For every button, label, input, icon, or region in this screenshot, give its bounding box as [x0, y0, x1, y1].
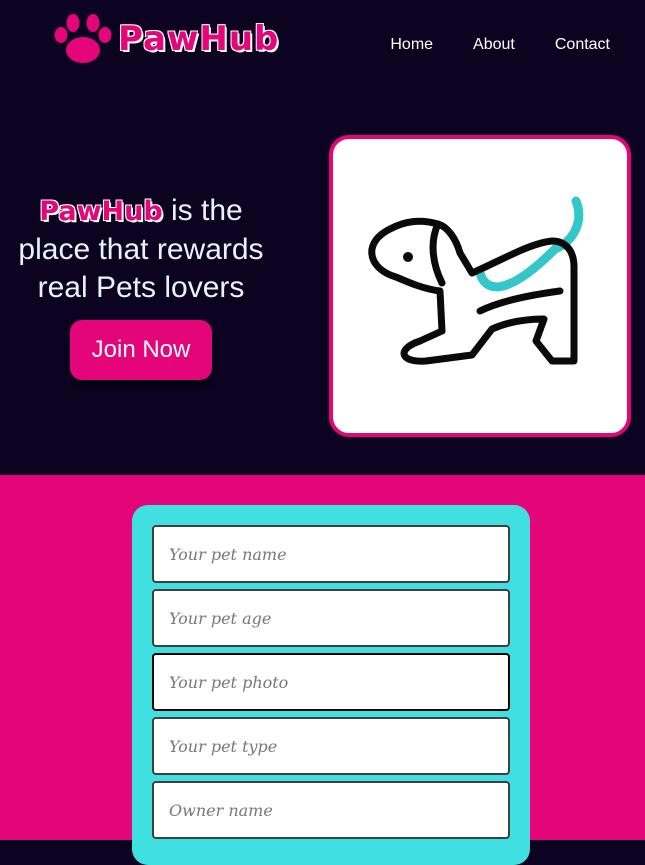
pet-type-input[interactable] [152, 717, 510, 775]
brand-name: PawHub [118, 19, 280, 59]
nav-about[interactable]: About [473, 36, 515, 54]
nav-home[interactable]: Home [390, 36, 433, 54]
headline-brand: PawHub [39, 196, 163, 227]
headline-part-1: is the [162, 194, 243, 227]
join-now-button[interactable]: Join Now [70, 320, 212, 380]
logo[interactable]: PawHub [52, 12, 279, 66]
hero-headline: PawHub is the place that rewards real Pe… [0, 192, 282, 307]
pet-age-input[interactable] [152, 589, 510, 647]
dog-icon [368, 196, 584, 365]
hero-section: PawHub Home About Contact PawHub is the … [0, 0, 645, 475]
paw-icon [54, 14, 112, 63]
nav-contact[interactable]: Contact [555, 36, 610, 54]
owner-name-input[interactable] [152, 781, 510, 839]
pet-photo-input[interactable] [152, 653, 510, 711]
main-nav: Home About Contact [390, 36, 610, 54]
dog-image-card [329, 135, 631, 437]
headline-part-3: real Pets lovers [37, 271, 245, 304]
pet-name-input[interactable] [152, 525, 510, 583]
headline-part-2: place that rewards [18, 233, 264, 266]
